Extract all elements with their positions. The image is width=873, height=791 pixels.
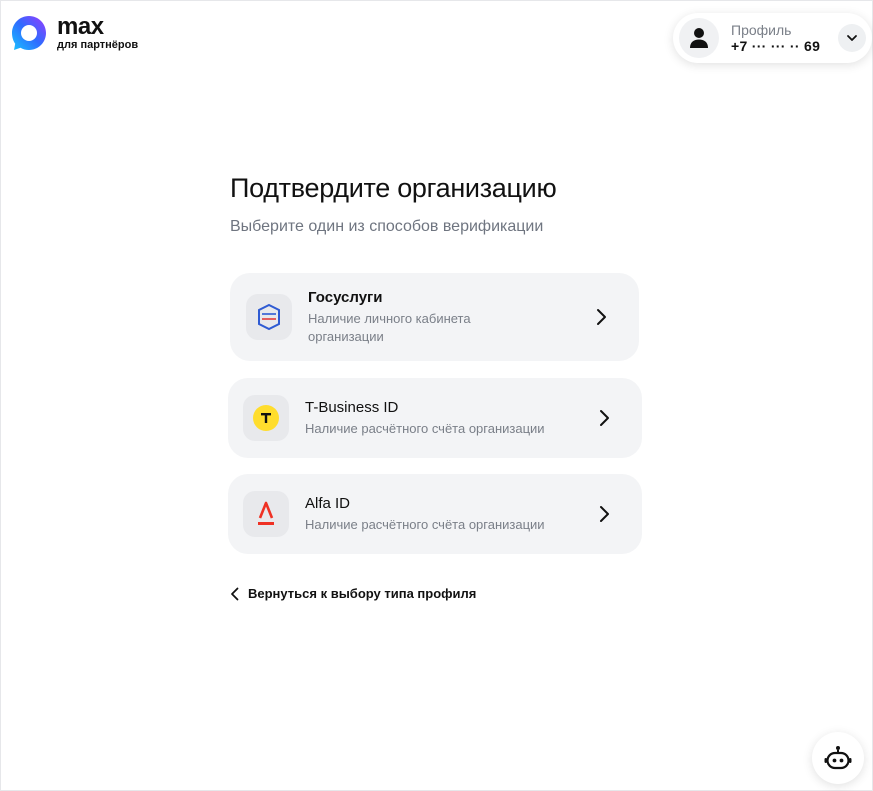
t-bank-logo-icon [243,395,289,441]
bot-icon [824,746,852,770]
brand-logo[interactable]: max для партнёров [11,15,138,51]
chevron-right-icon [589,305,613,329]
gosuslugi-logo-icon [246,294,292,340]
back-link-label: Вернуться к выбору типа профиля [248,586,477,601]
option-description: Наличие расчётного счёта организации [305,420,545,436]
brand-subtitle: для партнёров [57,39,139,51]
brand-name: max [57,13,104,40]
option-description: Наличие расчётного счёта организации [305,516,545,532]
avatar [679,18,719,58]
chevron-right-icon [592,406,616,430]
back-to-profile-type-link[interactable]: Вернуться к выбору типа профиля [230,586,476,601]
chevron-down-icon [847,35,857,41]
option-alfa-id[interactable]: Alfa ID Наличие расчётного счёта организ… [228,474,642,554]
alfa-bank-logo-icon [243,491,289,537]
max-logo-icon [12,16,46,50]
option-description: Наличие личного кабинета организации [308,310,471,344]
option-title: Alfa ID [305,494,351,512]
page: max для партнёров Профиль +7 ··· ··· ·· … [0,0,873,791]
assistant-button[interactable] [812,732,864,784]
profile-dropdown-button[interactable] [838,24,866,52]
verification-header: Подтвердите организацию Выберите один из… [230,173,650,236]
page-subtitle: Выберите один из способов верификации [230,218,544,235]
page-title: Подтвердите организацию [230,173,557,203]
chevron-left-icon [231,587,239,600]
chevron-right-icon [592,502,616,526]
profile-label: Профиль [731,21,792,38]
profile-phone: +7 ··· ··· ·· 69 [731,38,821,54]
option-gosuslugi[interactable]: Госуслуги Наличие личного кабинета орган… [230,273,639,361]
option-title: Госуслуги [308,288,383,306]
profile-menu[interactable]: Профиль +7 ··· ··· ·· 69 [673,13,872,63]
user-icon [690,28,708,48]
option-t-business-id[interactable]: T-Business ID Наличие расчётного счёта о… [228,378,642,458]
option-title: T-Business ID [305,398,399,416]
